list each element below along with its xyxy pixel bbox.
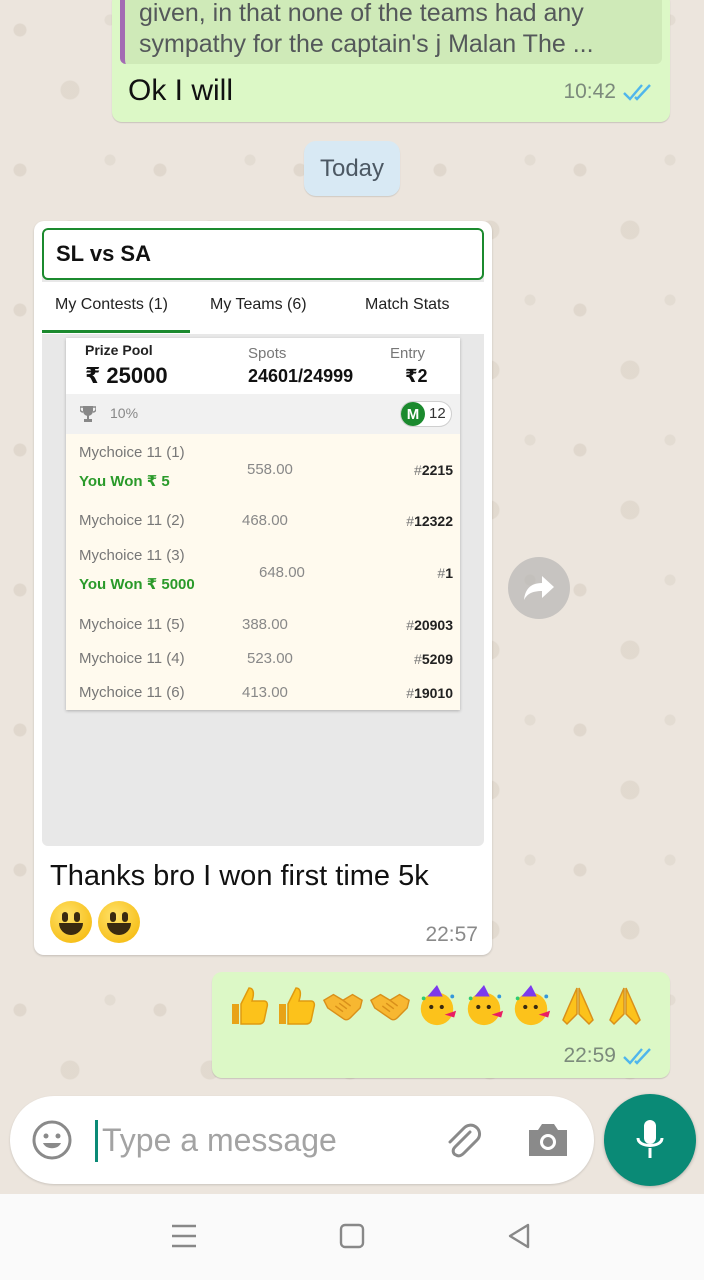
multi-entry-badge: M 12 <box>400 401 452 427</box>
message-meta: 22:57 <box>425 923 478 947</box>
grinning-face-emoji-icon <box>50 901 92 943</box>
match-title: SL vs SA <box>42 228 484 280</box>
tab-my-contests: My Contests (1) <box>55 296 168 313</box>
read-ticks-icon <box>623 84 651 101</box>
date-separator: Today <box>304 141 400 196</box>
menu-icon[interactable] <box>166 1220 202 1252</box>
team-points: 558.00 <box>247 461 293 478</box>
team-rank: #5209 <box>414 651 453 667</box>
quoted-text-line-1: given, in that none of the teams had any <box>139 0 584 27</box>
team-rank: #12322 <box>406 513 453 529</box>
won-amount: You Won ₹ 5000 <box>79 576 195 593</box>
text-cursor <box>95 1120 98 1162</box>
handshake-emoji-icon <box>369 984 411 1028</box>
handshake-emoji-icon <box>322 984 364 1028</box>
team-name: Mychoice 11 (1) <box>79 444 185 461</box>
camera-icon[interactable] <box>525 1118 571 1162</box>
badge-letter: M <box>401 402 425 426</box>
team-rank: #2215 <box>414 462 453 478</box>
message-composer <box>10 1096 594 1184</box>
team-rank: #1 <box>437 565 453 581</box>
partying-face-emoji-icon <box>416 984 458 1028</box>
quoted-message[interactable]: given, in that none of the teams had any… <box>120 0 662 64</box>
message-text: Ok I will <box>128 74 233 107</box>
prize-pool-label: Prize Pool <box>85 342 153 358</box>
team-name: Mychoice 11 (3) <box>79 547 185 564</box>
badge-count: 12 <box>429 405 446 422</box>
team-points: 468.00 <box>242 512 288 529</box>
contest-card: Prize Pool ₹ 25000 Spots 24601/24999 Ent… <box>66 338 460 710</box>
home-icon[interactable] <box>334 1220 370 1252</box>
quoted-text-line-2: sympathy for the captain's j Malan The .… <box>139 30 594 58</box>
forward-arrow-icon <box>524 576 554 600</box>
spots-label: Spots <box>248 345 287 362</box>
grinning-face-emoji-icon <box>98 901 140 943</box>
incoming-message-bubble[interactable]: SL vs SA My Contests (1) My Teams (6) Ma… <box>34 221 492 955</box>
winners-percentage: 10% <box>110 405 139 421</box>
team-rank: #20903 <box>406 617 453 633</box>
prize-pool-value: ₹ 25000 <box>85 363 168 388</box>
outgoing-message-bubble[interactable]: 22:59 <box>212 972 670 1078</box>
shared-screenshot-image[interactable]: SL vs SA My Contests (1) My Teams (6) Ma… <box>42 228 484 846</box>
partying-face-emoji-icon <box>463 984 505 1028</box>
thumbs-up-emoji-icon <box>275 984 317 1028</box>
attach-paperclip-icon[interactable] <box>440 1118 484 1162</box>
message-input[interactable] <box>102 1118 422 1162</box>
message-time: 22:59 <box>563 1044 616 1067</box>
folded-hands-emoji-icon <box>604 984 646 1028</box>
emoji-row <box>228 984 646 1028</box>
team-rank: #19010 <box>406 685 453 701</box>
emoji-picker-icon[interactable] <box>30 1118 74 1162</box>
won-amount: You Won ₹ 5 <box>79 473 170 490</box>
partying-face-emoji-icon <box>510 984 552 1028</box>
team-results-list: Mychoice 11 (1) You Won ₹ 5 558.00 #2215… <box>66 434 460 710</box>
tab-match-stats: Match Stats <box>365 296 450 313</box>
thumbs-up-emoji-icon <box>228 984 270 1028</box>
read-ticks-icon <box>623 1048 651 1065</box>
microphone-icon <box>636 1120 664 1158</box>
team-points: 413.00 <box>242 684 288 701</box>
team-points: 388.00 <box>242 616 288 633</box>
folded-hands-emoji-icon <box>557 984 599 1028</box>
message-text: Thanks bro I won first time 5k <box>50 860 429 892</box>
outgoing-message-bubble[interactable]: given, in that none of the teams had any… <box>112 0 670 122</box>
system-navigation-bar <box>0 1194 704 1280</box>
winners-band: 10% M 12 <box>66 394 460 434</box>
contest-tabs: My Contests (1) My Teams (6) Match Stats <box>42 282 484 334</box>
active-tab-indicator <box>42 330 190 333</box>
spots-value: 24601/24999 <box>248 366 354 386</box>
team-name: Mychoice 11 (5) <box>79 616 185 633</box>
message-meta: 22:59 <box>563 1044 656 1068</box>
team-name: Mychoice 11 (4) <box>79 650 185 667</box>
back-icon[interactable] <box>502 1220 538 1252</box>
tab-my-teams: My Teams (6) <box>210 296 307 313</box>
team-points: 523.00 <box>247 650 293 667</box>
message-meta: 10:42 <box>563 80 656 104</box>
message-time: 10:42 <box>563 80 616 103</box>
entry-label: Entry <box>390 345 426 362</box>
team-name: Mychoice 11 (6) <box>79 684 185 701</box>
entry-value: ₹2 <box>405 366 428 386</box>
trophy-icon <box>80 406 96 422</box>
team-name: Mychoice 11 (2) <box>79 512 185 529</box>
team-points: 648.00 <box>259 564 305 581</box>
message-time: 22:57 <box>425 923 478 946</box>
forward-button[interactable] <box>508 557 570 619</box>
voice-record-button[interactable] <box>604 1094 696 1186</box>
emoji-row <box>50 901 140 943</box>
